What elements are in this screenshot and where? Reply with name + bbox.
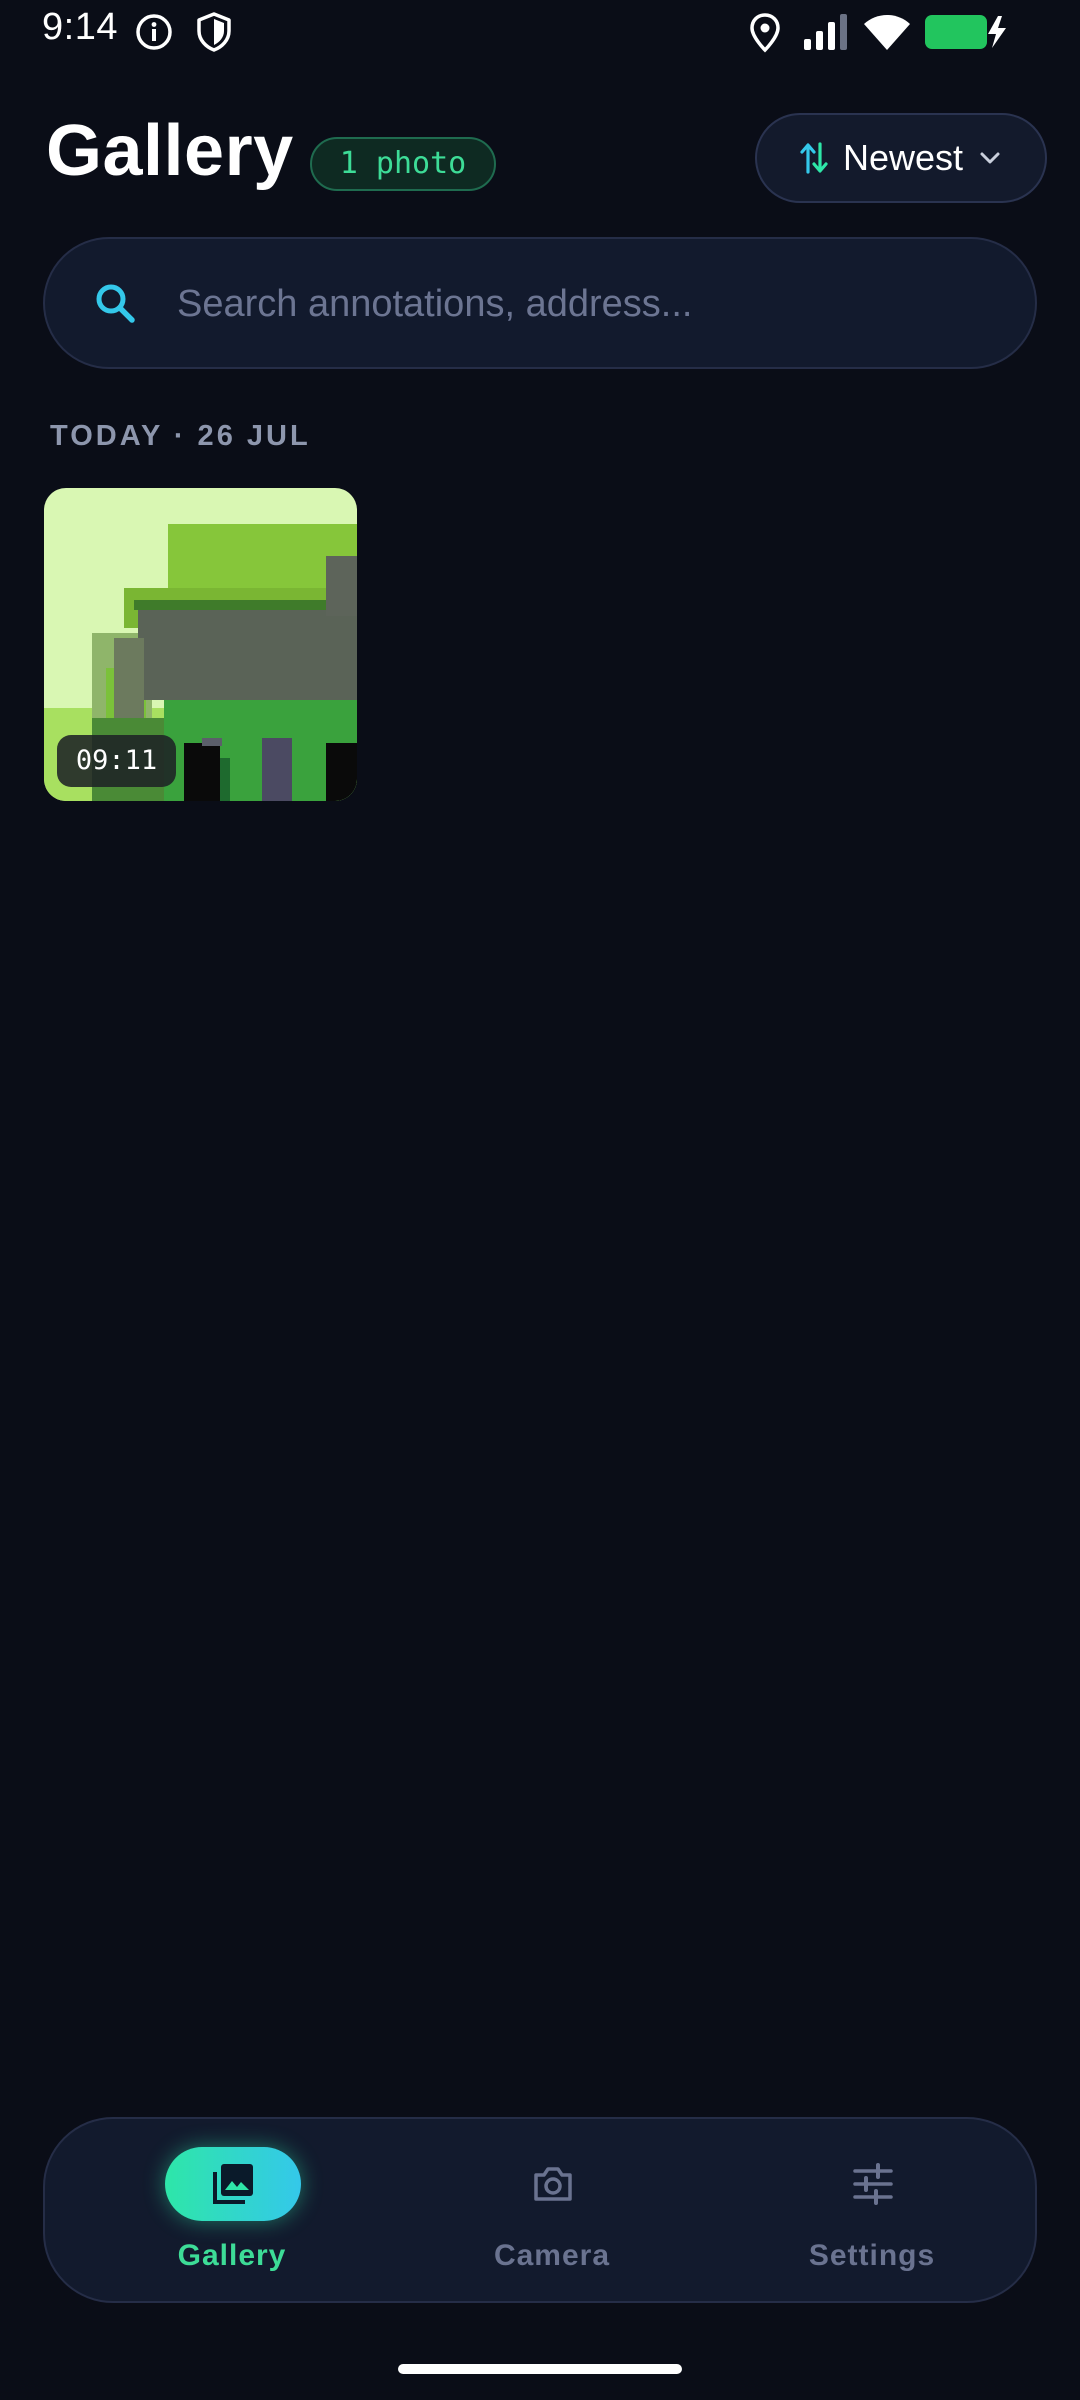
location-pin-icon (750, 13, 780, 53)
cellular-signal-icon (804, 14, 847, 50)
nav-label-camera: Camera (493, 2239, 611, 2272)
gallery-icon (213, 2164, 253, 2204)
status-time: 9:14 (42, 6, 118, 48)
wifi-icon (864, 15, 910, 50)
photo-time-badge: 09:11 (57, 735, 176, 787)
sort-button[interactable]: Newest (755, 113, 1047, 203)
sort-label: Newest (842, 137, 964, 178)
info-icon (136, 14, 172, 50)
nav-label-gallery: Gallery (177, 2239, 287, 2272)
photo-count-badge: 1 photo (310, 137, 496, 191)
shield-icon (197, 12, 231, 52)
nav-item-settings[interactable]: Settings (742, 2119, 1002, 2301)
status-bar: 9:14 (0, 0, 1080, 64)
search-bar[interactable] (43, 237, 1037, 369)
battery-charging-icon (925, 15, 1006, 49)
search-input[interactable] (175, 239, 999, 369)
chevron-down-icon (980, 152, 1000, 164)
sliders-icon (853, 2163, 893, 2205)
camera-icon (534, 2167, 572, 2201)
nav-item-camera[interactable]: Camera (422, 2119, 682, 2301)
photo-thumbnail[interactable]: 09:11 (44, 488, 357, 801)
page-title: Gallery (46, 111, 294, 191)
section-header-today: TODAY · 26 JUL (50, 420, 311, 452)
home-indicator[interactable] (398, 2364, 682, 2374)
bottom-nav: Gallery Camera Settings (43, 2117, 1037, 2303)
nav-label-settings: Settings (808, 2239, 936, 2272)
sort-arrows-icon (800, 142, 828, 174)
nav-item-gallery[interactable]: Gallery (102, 2119, 362, 2301)
search-icon (96, 284, 135, 323)
